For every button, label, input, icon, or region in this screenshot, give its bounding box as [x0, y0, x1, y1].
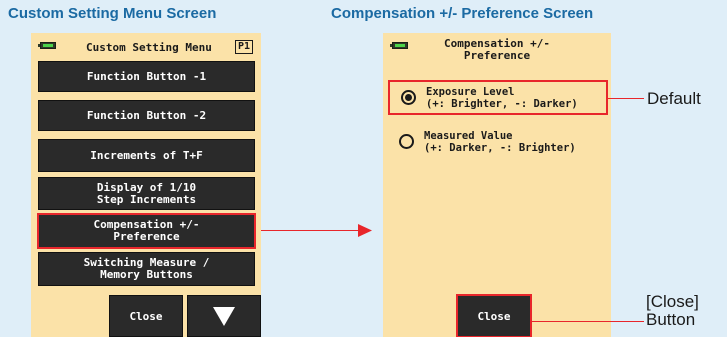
page-indicator: P1: [235, 40, 254, 54]
option-exposure-level[interactable]: Exposure Level (+: Brighter, -: Darker): [388, 80, 608, 115]
radio-selected-icon[interactable]: [401, 90, 416, 105]
compensation-preference-button[interactable]: Compensation +/- Preference: [37, 213, 256, 249]
close-callout-line: [531, 321, 644, 322]
menu-header: Custom Setting Menu: [86, 41, 212, 54]
option-label: Measured Value (+: Darker, -: Brighter): [424, 129, 576, 154]
switching-measure-memory-button[interactable]: Switching Measure / Memory Buttons: [38, 252, 255, 286]
menu-item-label: Memory Buttons: [100, 268, 193, 281]
default-callout-line: [607, 98, 644, 99]
menu-item-label: Display of 1/10: [96, 180, 197, 194]
battery-icon: [38, 42, 56, 49]
display-step-increments-button[interactable]: Display of 1/10 Step Increments: [38, 177, 255, 210]
down-triangle-icon: [213, 306, 235, 326]
close-button[interactable]: Close: [109, 295, 183, 337]
screen-title: Compensation +/- Preference: [444, 37, 550, 62]
right-screen-title: Compensation +/- Preference Screen: [331, 5, 594, 22]
compensation-preference-screen: Compensation +/- Preference Exposure Lev…: [383, 33, 611, 337]
function-button-1[interactable]: Function Button -1: [38, 61, 255, 92]
close-button-label: Close: [129, 309, 163, 323]
close-button[interactable]: Close: [456, 294, 532, 337]
custom-setting-menu-screen: Custom Setting Menu P1 Function Button -…: [31, 33, 261, 337]
menu-item-label: Function Button -1: [86, 69, 207, 83]
connector-line: [261, 230, 358, 231]
option-label: Exposure Level (+: Brighter, -: Darker): [426, 85, 578, 110]
left-screen-title: Custom Setting Menu Screen: [8, 5, 217, 22]
function-button-2[interactable]: Function Button -2: [38, 100, 255, 131]
menu-item-label: Step Increments: [96, 192, 197, 206]
menu-item-label: Preference: [113, 230, 180, 243]
next-page-button[interactable]: [187, 295, 261, 337]
default-callout: Default: [647, 89, 701, 108]
close-callout: [Close] Button: [646, 292, 699, 329]
connector-arrow-icon: [358, 224, 372, 237]
menu-item-label: Function Button -2: [86, 108, 207, 122]
option-measured-value[interactable]: Measured Value (+: Darker, -: Brighter): [388, 124, 608, 159]
close-button-label: Close: [477, 309, 511, 323]
menu-item-label: Increments of T+F: [90, 148, 203, 162]
radio-unselected-icon[interactable]: [399, 134, 414, 149]
increments-tf-button[interactable]: Increments of T+F: [38, 139, 255, 172]
